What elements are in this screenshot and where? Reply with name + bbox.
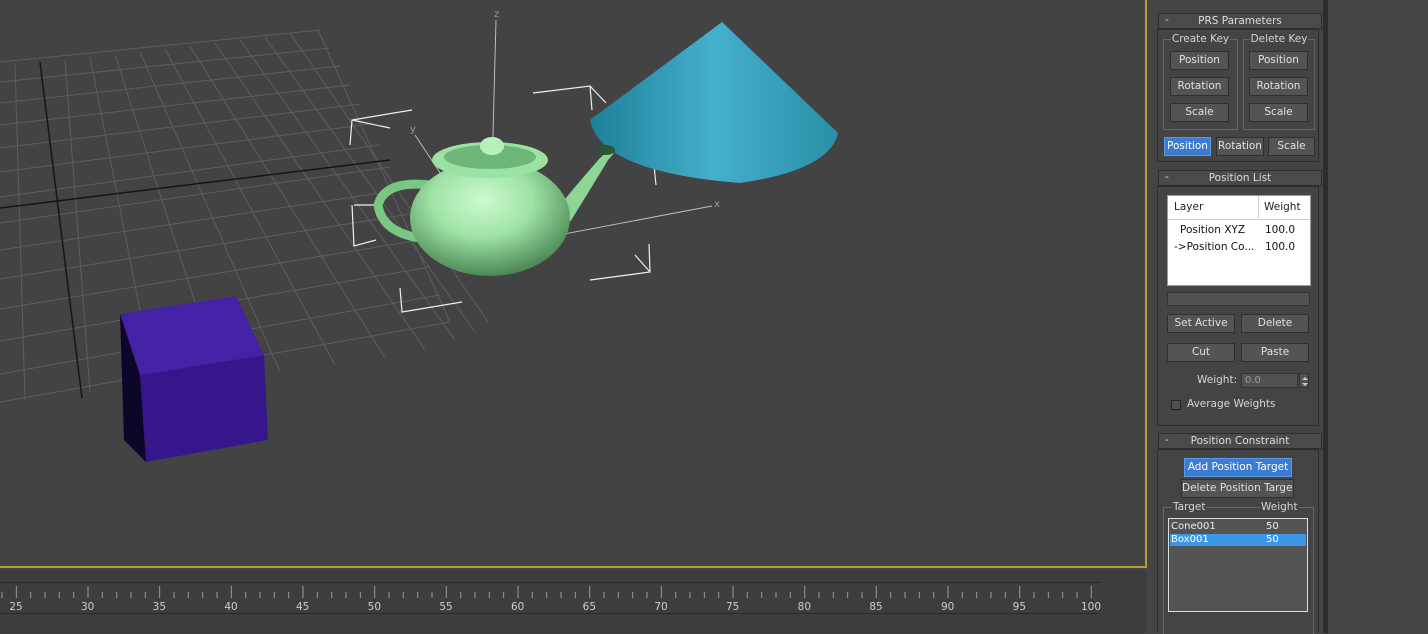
cone-object[interactable] — [590, 22, 838, 183]
ruler-tick-label: 30 — [81, 601, 94, 613]
average-weights-label: Average Weights — [1187, 398, 1276, 410]
delete-key-group: Delete Key Position Rotation Scale — [1243, 33, 1315, 130]
axis-label-y: y — [410, 124, 416, 135]
list-item-weight: 100.0 — [1265, 224, 1296, 236]
target-listbox[interactable]: Cone001 50 Box001 50 — [1168, 518, 1308, 612]
target-name: Cone001 — [1171, 521, 1216, 532]
ruler-tick-label: 70 — [654, 601, 667, 613]
axis-label-x: x — [714, 199, 720, 210]
timeline-ruler[interactable]: 25 30 35 40 45 50 55 60 65 70 75 80 85 90 95 100 — [0, 570, 1147, 633]
position-list-rollout-header[interactable]: - Position List — [1158, 170, 1322, 186]
list-item[interactable]: Position XYZ — [1180, 222, 1245, 238]
list-item[interactable]: ->Position Co... — [1174, 239, 1254, 255]
delete-key-position-button[interactable]: Position — [1249, 51, 1308, 70]
weight-column-header: Weight — [1264, 201, 1301, 213]
set-active-button[interactable]: Set Active — [1167, 314, 1235, 333]
command-panel: - PRS Parameters Create Key Position Rot… — [1155, 0, 1323, 634]
teapot-object[interactable] — [373, 137, 615, 276]
ruler-tick-label: 55 — [439, 601, 452, 613]
create-key-title: Create Key — [1170, 33, 1231, 45]
prs-rollout-title: PRS Parameters — [1198, 15, 1282, 27]
rotation-tab-button[interactable]: Rotation — [1216, 137, 1264, 156]
position-constraint-title: Position Constraint — [1190, 435, 1290, 447]
create-key-group: Create Key Position Rotation Scale — [1163, 33, 1238, 130]
weight-label: Weight: — [1197, 374, 1238, 386]
target-column-header: Target — [1172, 501, 1207, 513]
axis-label-z: z — [494, 9, 499, 20]
ruler-tick-label: 75 — [726, 601, 739, 613]
ruler-tick-label: 40 — [224, 601, 237, 613]
position-constraint-rollout-header[interactable]: - Position Constraint — [1158, 433, 1322, 449]
ruler-tick-label: 80 — [798, 601, 811, 613]
time-slider-track[interactable]: 25 30 35 40 45 50 55 60 65 70 75 80 85 90 95 100 — [0, 570, 1147, 633]
cut-button[interactable]: Cut — [1167, 343, 1235, 362]
ruler-tick-label: 25 — [9, 601, 22, 613]
position-list-title: Position List — [1208, 172, 1272, 184]
delete-position-target-button[interactable]: Delete Position Target — [1181, 479, 1294, 498]
layer-name-field[interactable] — [1167, 292, 1310, 306]
ruler-tick-labels: 25 30 35 40 45 50 55 60 65 70 75 80 85 90 95 100 — [9, 601, 1101, 613]
average-weights-checkbox[interactable] — [1171, 400, 1181, 410]
ruler-tick-label: 85 — [869, 601, 882, 613]
ruler-tick-label: 95 — [1013, 601, 1026, 613]
target-group: Target Weight Cone001 50 Box001 50 — [1163, 501, 1314, 634]
paste-button[interactable]: Paste — [1241, 343, 1309, 362]
spinner-arrows-icon — [1302, 377, 1308, 386]
layer-listbox[interactable]: Layer Weight Position XYZ 100.0 ->Positi… — [1167, 195, 1311, 286]
ruler-tick-label: 50 — [368, 601, 381, 613]
panel-divider — [1147, 0, 1155, 633]
layer-column-header: Layer — [1174, 201, 1204, 213]
ruler-tick-label: 100 — [1081, 601, 1101, 613]
perspective-viewport[interactable]: z y x — [0, 0, 1147, 568]
position-constraint-rollout-body: Add Position Target Delete Position Targ… — [1157, 449, 1319, 634]
position-list-rollout-body: Layer Weight Position XYZ 100.0 ->Positi… — [1157, 186, 1319, 426]
delete-layer-button[interactable]: Delete — [1241, 314, 1309, 333]
list-item-weight: 100.0 — [1265, 241, 1296, 253]
ruler-tick-label: 60 — [511, 601, 524, 613]
delete-key-title: Delete Key — [1249, 33, 1309, 45]
delete-key-scale-button[interactable]: Scale — [1249, 103, 1308, 122]
viewport-scene[interactable]: z y x — [0, 0, 1147, 568]
target-name: Box001 — [1171, 534, 1209, 545]
ruler-tick-label: 65 — [583, 601, 596, 613]
target-weight-column-header: Weight — [1260, 501, 1299, 513]
weight-spinner-arrows[interactable] — [1299, 373, 1309, 388]
table-row[interactable]: Box001 50 — [1170, 534, 1306, 546]
position-tab-button[interactable]: Position — [1164, 137, 1211, 156]
ruler-tick-label: 35 — [153, 601, 166, 613]
collapse-icon: - — [1165, 14, 1169, 26]
add-position-target-button[interactable]: Add Position Target — [1184, 458, 1292, 477]
collapse-icon: - — [1165, 434, 1169, 446]
scale-tab-button[interactable]: Scale — [1268, 137, 1315, 156]
layer-list-header: Layer Weight — [1168, 196, 1310, 220]
ruler-tick-label: 90 — [941, 601, 954, 613]
target-weight: 50 — [1266, 521, 1279, 532]
create-key-rotation-button[interactable]: Rotation — [1170, 77, 1229, 96]
weight-spinner-input[interactable]: 0.0 — [1241, 373, 1298, 388]
ruler-tick-label: 45 — [296, 601, 309, 613]
box-object[interactable] — [120, 296, 268, 462]
create-key-position-button[interactable]: Position — [1170, 51, 1229, 70]
prs-rollout-header[interactable]: - PRS Parameters — [1158, 13, 1322, 29]
prs-rollout-body: Create Key Position Rotation Scale Delet… — [1157, 29, 1319, 162]
collapse-icon: - — [1165, 171, 1169, 183]
create-key-scale-button[interactable]: Scale — [1170, 103, 1229, 122]
empty-panel-area — [1328, 0, 1428, 633]
target-weight: 50 — [1266, 534, 1279, 545]
ruler-baseline — [0, 613, 1100, 614]
table-row[interactable]: Cone001 50 — [1170, 521, 1306, 533]
delete-key-rotation-button[interactable]: Rotation — [1249, 77, 1308, 96]
